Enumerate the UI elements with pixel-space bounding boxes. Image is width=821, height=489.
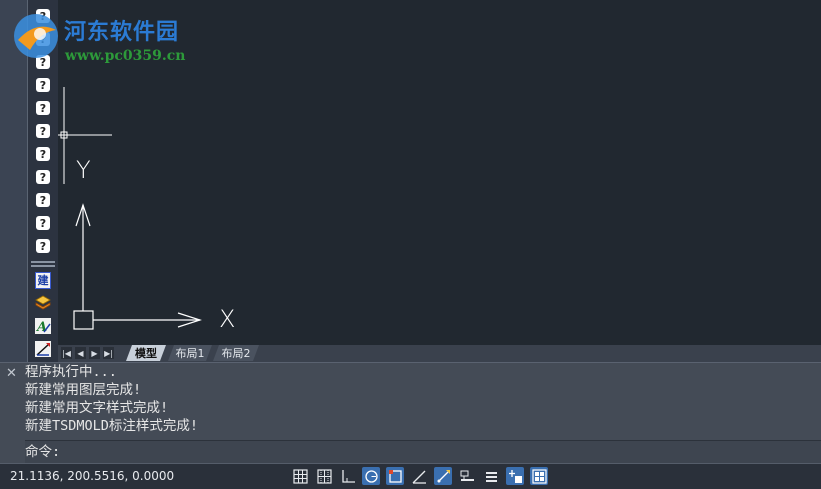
layout-tabs-bar: |◀ ◀ ▶ ▶| 模型 布局1 布局2: [58, 345, 821, 362]
toolbar-button-9[interactable]: ?: [35, 192, 51, 208]
command-history: 程序执行中... 新建常用图层完成! 新建常用文字样式完成! 新建TSDMOLD…: [25, 363, 821, 439]
unknown-command-icon: ?: [36, 239, 50, 253]
grid-display-button[interactable]: [291, 467, 309, 485]
watermark-title: 河东软件园: [64, 19, 180, 45]
close-icon[interactable]: ✕: [6, 366, 17, 381]
command-prompt-row: 命令:: [25, 440, 821, 463]
object-snap-button[interactable]: [386, 467, 404, 485]
workspace-button[interactable]: [530, 467, 548, 485]
tab-layout1[interactable]: 布局1: [168, 345, 212, 361]
history-line: 新建常用图层完成!: [25, 382, 142, 398]
command-prompt: 命令:: [25, 444, 61, 460]
properties-button[interactable]: [482, 467, 500, 485]
history-line: 新建常用文字样式完成!: [25, 400, 169, 416]
build-icon: 建: [35, 271, 51, 289]
toolbar-button-6[interactable]: ?: [35, 123, 51, 139]
angle-constraint-button[interactable]: [410, 467, 428, 485]
properties-icon: [485, 471, 497, 482]
tab-model[interactable]: 模型: [126, 345, 166, 361]
command-input[interactable]: [95, 442, 819, 462]
unknown-command-icon: ?: [36, 147, 50, 161]
skip-last-icon: ▶|: [104, 348, 113, 358]
command-window: ✕ 程序执行中... 新建常用图层完成! 新建常用文字样式完成! 新建TSDMO…: [0, 362, 821, 463]
unknown-command-icon: ?: [36, 193, 50, 207]
logo-icon: [14, 14, 58, 58]
toolbar-button-11[interactable]: ?: [35, 238, 51, 254]
object-snap-icon: [388, 469, 402, 483]
unknown-command-icon: ?: [36, 124, 50, 138]
history-line: 新建TSDMOLD标注样式完成!: [25, 418, 199, 434]
ucs-origin-box: [73, 310, 94, 330]
watermark-logo: [10, 10, 62, 66]
last-tab-button[interactable]: ▶|: [103, 347, 114, 359]
prev-icon: ◀: [77, 348, 84, 358]
snap-grid-icon: [316, 468, 332, 484]
svg-text:A: A: [35, 320, 47, 334]
lineweight-button[interactable]: [458, 467, 476, 485]
layers-icon: [35, 295, 51, 310]
ortho-icon: [341, 469, 355, 483]
build-tool-button[interactable]: 建: [35, 271, 51, 289]
snap-grid-button[interactable]: [315, 467, 333, 485]
coordinate-readout: 21.1136, 200.5516, 0.0000: [10, 469, 175, 483]
grid-icon: [292, 468, 308, 484]
next-icon: ▶: [91, 348, 98, 358]
tab-layout2[interactable]: 布局2: [213, 345, 259, 361]
text-style-tool-button[interactable]: A: [35, 318, 51, 334]
unknown-command-icon: ?: [36, 170, 50, 184]
workspace-icon: [531, 468, 547, 484]
unknown-command-icon: ?: [36, 216, 50, 230]
dimension-style-tool-button[interactable]: [35, 341, 51, 357]
skip-first-icon: |◀: [62, 348, 71, 358]
watermark-url: www.pc0359.cn: [65, 48, 186, 64]
toolbar-button-7[interactable]: ?: [35, 146, 51, 162]
dynamic-input-icon: [437, 469, 450, 482]
toolbar-button-5[interactable]: ?: [35, 100, 51, 116]
unknown-command-icon: ?: [36, 101, 50, 115]
toolbar-separator: [31, 261, 55, 263]
annotation-button[interactable]: [506, 467, 524, 485]
ucs-y-label: Y: [76, 156, 91, 184]
ucs-x-label: X: [219, 305, 236, 333]
next-tab-button[interactable]: ▶: [89, 347, 100, 359]
toolbar-button-8[interactable]: ?: [35, 169, 51, 185]
unknown-command-icon: ?: [36, 78, 50, 92]
text-style-icon: A: [35, 318, 51, 334]
history-line: 程序执行中...: [25, 364, 117, 380]
polar-icon: [364, 469, 378, 483]
first-tab-button[interactable]: |◀: [61, 347, 72, 359]
dimension-style-icon: [35, 341, 51, 357]
annotation-icon: [508, 469, 522, 483]
toolbar-button-10[interactable]: ?: [35, 215, 51, 231]
dynamic-input-button[interactable]: [434, 467, 452, 485]
polar-tracking-button[interactable]: [362, 467, 380, 485]
angle-icon: [412, 470, 426, 484]
layers-tool-button[interactable]: [35, 295, 51, 311]
toolbar-button-4[interactable]: ?: [35, 77, 51, 93]
lineweight-icon: [460, 470, 474, 481]
prev-tab-button[interactable]: ◀: [75, 347, 86, 359]
toolbar-separator: [31, 265, 55, 267]
status-bar: 21.1136, 200.5516, 0.0000: [0, 463, 821, 489]
ortho-button[interactable]: [339, 467, 357, 485]
